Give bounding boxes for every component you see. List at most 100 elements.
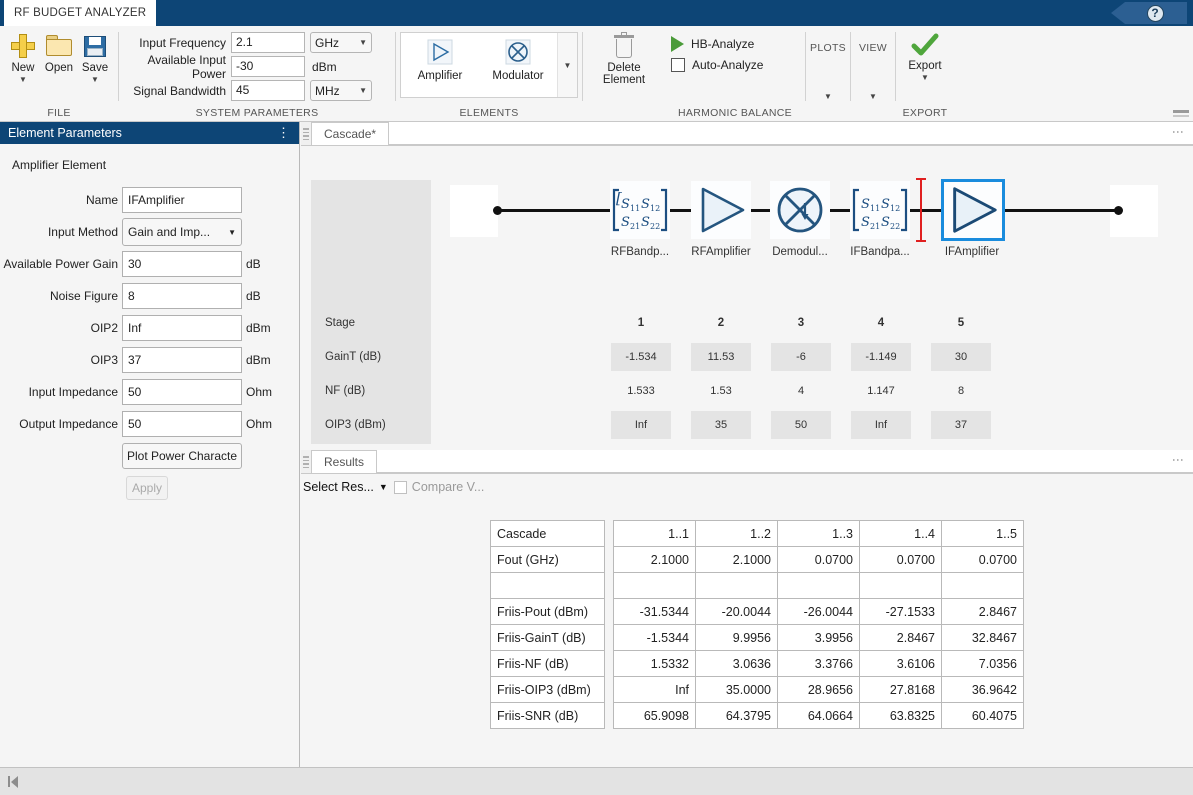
- chevron-down-icon[interactable]: ▼: [921, 73, 929, 83]
- noise-figure-input[interactable]: 8: [122, 283, 242, 309]
- modulator-element-button[interactable]: Modulator: [479, 33, 557, 97]
- value-cell[interactable]: 28.9656: [777, 676, 860, 703]
- input-terminal[interactable]: [450, 185, 498, 237]
- nf-cell[interactable]: 8: [931, 377, 991, 405]
- signal-bandwidth-unit-select[interactable]: MHz ▼: [310, 80, 372, 101]
- export-button[interactable]: Export ▼: [902, 30, 948, 83]
- delete-element-button[interactable]: Delete Element: [589, 30, 659, 86]
- signal-bandwidth-input[interactable]: 45: [231, 80, 305, 101]
- value-cell[interactable]: -26.0044: [777, 598, 860, 625]
- nf-cell[interactable]: 4: [771, 377, 831, 405]
- value-cell[interactable]: 2.8467: [859, 624, 942, 651]
- collapse-panel-icon[interactable]: [8, 775, 18, 788]
- value-cell[interactable]: 0.0700: [941, 546, 1024, 573]
- value-cell[interactable]: 60.4075: [941, 702, 1024, 729]
- value-cell[interactable]: -20.0044: [695, 598, 778, 625]
- value-cell[interactable]: 1..1: [613, 520, 696, 547]
- ribbon-collapse-icon[interactable]: [1173, 109, 1189, 119]
- value-cell[interactable]: [695, 572, 778, 599]
- oip3-cell[interactable]: Inf: [851, 411, 911, 439]
- ribbon-group-view[interactable]: VIEW ▼: [851, 26, 895, 122]
- value-cell[interactable]: 0.0700: [777, 546, 860, 573]
- chevron-down-icon[interactable]: ▼: [19, 75, 27, 85]
- value-cell[interactable]: 9.9956: [695, 624, 778, 651]
- value-cell[interactable]: 63.8325: [859, 702, 942, 729]
- value-cell[interactable]: [777, 572, 860, 599]
- gaint-cell[interactable]: -6: [771, 343, 831, 371]
- value-cell[interactable]: 3.6106: [859, 650, 942, 677]
- cascade-block-ifamplifier[interactable]: [941, 179, 1005, 241]
- value-cell[interactable]: 36.9642: [941, 676, 1024, 703]
- oip3-cell[interactable]: 50: [771, 411, 831, 439]
- auto-analyze-checkbox[interactable]: Auto-Analyze: [671, 58, 763, 72]
- plot-power-characteristics-button[interactable]: Plot Power Characte: [122, 443, 242, 469]
- nf-cell[interactable]: 1.53: [691, 377, 751, 405]
- nf-cell[interactable]: 1.533: [611, 377, 671, 405]
- value-cell[interactable]: 3.3766: [777, 650, 860, 677]
- panel-grip-icon[interactable]: [301, 125, 311, 145]
- app-title-tab[interactable]: RF BUDGET ANALYZER: [4, 0, 157, 26]
- available-power-gain-input[interactable]: 30: [122, 251, 242, 277]
- value-cell[interactable]: [613, 572, 696, 599]
- chevron-down-icon[interactable]: ▼: [824, 92, 832, 102]
- gaint-cell[interactable]: -1.149: [851, 343, 911, 371]
- value-cell[interactable]: 2.1000: [695, 546, 778, 573]
- input-frequency-input[interactable]: 2.1: [231, 32, 305, 53]
- value-cell[interactable]: 1.5332: [613, 650, 696, 677]
- help-button[interactable]: ?: [1111, 2, 1187, 24]
- value-cell[interactable]: [941, 572, 1024, 599]
- oip3-cell[interactable]: Inf: [611, 411, 671, 439]
- nf-cell[interactable]: 1.147: [851, 377, 911, 405]
- cascade-block-demodulator[interactable]: [770, 181, 830, 239]
- value-cell[interactable]: 35.0000: [695, 676, 778, 703]
- select-results-dropdown[interactable]: Select Res... ▼: [303, 480, 388, 494]
- compare-values-checkbox[interactable]: Compare V...: [393, 480, 484, 494]
- oip3-input[interactable]: 37: [122, 347, 242, 373]
- gaint-cell[interactable]: -1.534: [611, 343, 671, 371]
- hb-analyze-button[interactable]: HB-Analyze: [671, 36, 763, 52]
- value-cell[interactable]: -27.1533: [859, 598, 942, 625]
- open-button[interactable]: Open: [42, 30, 76, 74]
- new-button[interactable]: New ▼: [6, 30, 40, 85]
- oip2-input[interactable]: Inf: [122, 315, 242, 341]
- chevron-down-icon[interactable]: ▼: [91, 75, 99, 85]
- amplifier-element-button[interactable]: Amplifier: [401, 33, 479, 97]
- more-elements-button[interactable]: ▼: [557, 33, 577, 97]
- value-cell[interactable]: -31.5344: [613, 598, 696, 625]
- oip3-cell[interactable]: 35: [691, 411, 751, 439]
- kebab-menu-icon[interactable]: ⋮: [1171, 126, 1185, 138]
- value-cell[interactable]: 1..5: [941, 520, 1024, 547]
- value-cell[interactable]: 64.0664: [777, 702, 860, 729]
- gaint-cell[interactable]: 11.53: [691, 343, 751, 371]
- name-input[interactable]: IFAmplifier: [122, 187, 242, 213]
- value-cell[interactable]: 1..4: [859, 520, 942, 547]
- chevron-down-icon[interactable]: ▼: [869, 92, 877, 102]
- value-cell[interactable]: 2.8467: [941, 598, 1024, 625]
- value-cell[interactable]: 65.9098: [613, 702, 696, 729]
- kebab-menu-icon[interactable]: ⋮: [277, 125, 291, 141]
- value-cell[interactable]: 27.8168: [859, 676, 942, 703]
- ribbon-group-plots[interactable]: PLOTS ▼: [806, 26, 850, 122]
- value-cell[interactable]: 3.0636: [695, 650, 778, 677]
- cascade-block-rfamplifier[interactable]: [691, 181, 751, 239]
- panel-grip-icon[interactable]: [301, 453, 311, 473]
- value-cell[interactable]: 7.0356: [941, 650, 1024, 677]
- oip3-cell[interactable]: 37: [931, 411, 991, 439]
- gaint-cell[interactable]: 30: [931, 343, 991, 371]
- tab-results[interactable]: Results: [311, 450, 378, 473]
- value-cell[interactable]: 1..3: [777, 520, 860, 547]
- apply-button[interactable]: Apply: [126, 476, 168, 500]
- value-cell[interactable]: 32.8467: [941, 624, 1024, 651]
- tab-cascade[interactable]: Cascade*: [311, 122, 390, 145]
- value-cell[interactable]: [859, 572, 942, 599]
- value-cell[interactable]: 2.1000: [613, 546, 696, 573]
- input-impedance-input[interactable]: 50: [122, 379, 242, 405]
- value-cell[interactable]: Inf: [613, 676, 696, 703]
- kebab-menu-icon[interactable]: ⋮: [1171, 454, 1185, 466]
- available-input-power-input[interactable]: -30: [231, 56, 305, 77]
- cascade-canvas[interactable]: [ S 11 S 12 S 21 S 22 RFBandp... RFAmpli…: [301, 146, 1193, 448]
- output-impedance-input[interactable]: 50: [122, 411, 242, 437]
- value-cell[interactable]: 0.0700: [859, 546, 942, 573]
- value-cell[interactable]: -1.5344: [613, 624, 696, 651]
- cascade-block-rfbandpass[interactable]: [ S 11 S 12 S 21 S 22: [610, 181, 670, 239]
